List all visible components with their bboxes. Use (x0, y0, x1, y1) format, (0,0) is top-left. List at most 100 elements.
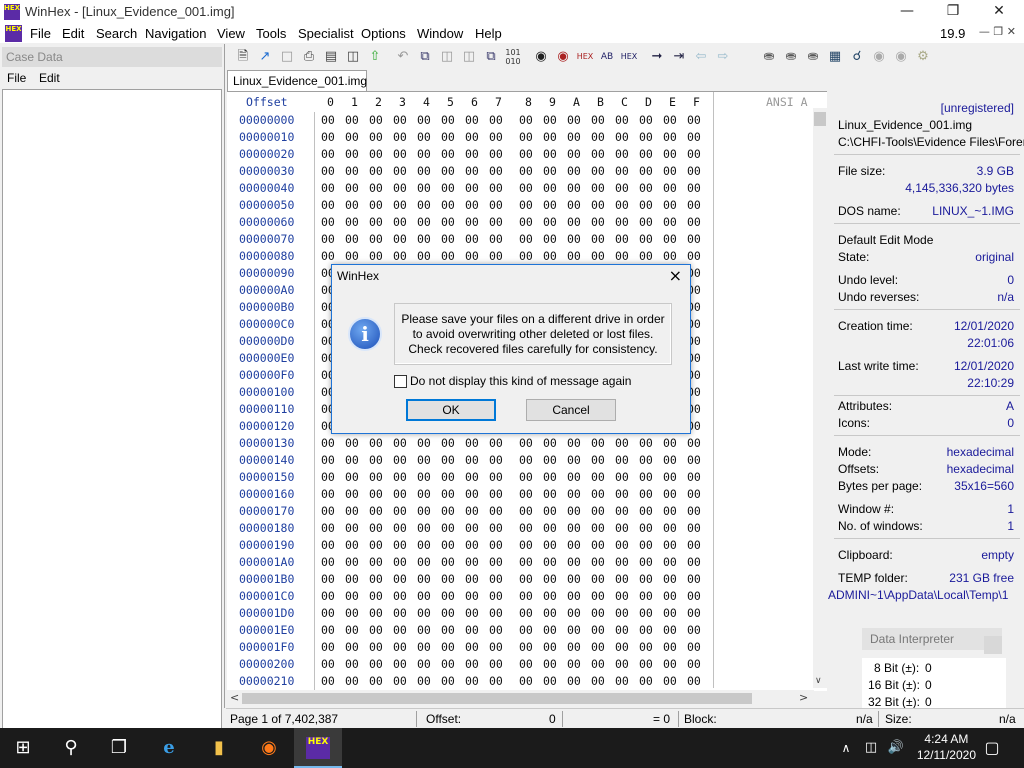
hex-byte[interactable]: 00 (489, 452, 513, 469)
hex-byte[interactable]: 00 (489, 486, 513, 503)
hex-byte[interactable]: 00 (489, 554, 513, 571)
hex-byte[interactable]: 00 (567, 520, 591, 537)
hex-byte[interactable]: 00 (321, 520, 345, 537)
hex-byte[interactable]: 00 (519, 673, 543, 690)
hex-byte[interactable]: 00 (369, 554, 393, 571)
hex-byte[interactable]: 00 (393, 129, 417, 146)
hex-byte[interactable]: 00 (687, 469, 711, 486)
hex-byte[interactable]: 00 (321, 605, 345, 622)
hex-byte[interactable]: 00 (321, 197, 345, 214)
hex-byte[interactable]: 00 (441, 112, 465, 129)
hex-byte[interactable]: 00 (567, 537, 591, 554)
disk-icon[interactable]: ◫ (344, 48, 362, 66)
hex-byte[interactable]: 00 (639, 146, 663, 163)
hex-byte[interactable]: 00 (663, 129, 687, 146)
hex-byte[interactable]: 00 (465, 673, 489, 690)
hex-byte[interactable]: 00 (519, 554, 543, 571)
hex-byte[interactable]: 00 (465, 588, 489, 605)
paste-icon[interactable]: ◫ (438, 48, 456, 66)
horizontal-scrollbar[interactable]: < > (227, 690, 814, 707)
hex-byte[interactable]: 00 (369, 112, 393, 129)
file-explorer-icon[interactable]: ▮ (196, 728, 242, 768)
minimize-button[interactable]: — (884, 0, 930, 24)
hex-byte[interactable]: 00 (615, 129, 639, 146)
hex-row[interactable]: 00000000000000000000000000000000 (321, 605, 711, 622)
hex-byte[interactable]: 00 (345, 197, 369, 214)
hex-byte[interactable]: 00 (321, 112, 345, 129)
hex-byte[interactable]: 00 (639, 435, 663, 452)
hex-byte[interactable]: 00 (519, 486, 543, 503)
find-text-icon[interactable]: ◉ (532, 48, 550, 66)
hex-byte[interactable]: 00 (567, 197, 591, 214)
hex-byte[interactable]: 00 (591, 588, 615, 605)
scroll-left-icon[interactable]: < (230, 691, 239, 704)
hex-byte[interactable]: 00 (543, 673, 567, 690)
hex-byte[interactable]: 00 (663, 571, 687, 588)
hex-byte[interactable]: 00 (321, 214, 345, 231)
hex-byte[interactable]: 00 (417, 248, 441, 265)
hex-byte[interactable]: 00 (441, 673, 465, 690)
hex-byte[interactable]: 00 (441, 214, 465, 231)
dont-display-checkbox[interactable] (394, 375, 407, 388)
hex-byte[interactable]: 00 (615, 248, 639, 265)
hex-byte[interactable]: 00 (369, 214, 393, 231)
hex-byte[interactable]: 00 (639, 639, 663, 656)
hex-byte[interactable]: 00 (321, 639, 345, 656)
hex-byte[interactable]: 00 (519, 656, 543, 673)
hex-byte[interactable]: 00 (615, 112, 639, 129)
hex-byte[interactable]: 00 (663, 673, 687, 690)
hex-byte[interactable]: 00 (543, 435, 567, 452)
hex-byte[interactable]: 00 (687, 231, 711, 248)
hex-byte[interactable]: 00 (543, 520, 567, 537)
hex-byte[interactable]: 00 (543, 571, 567, 588)
replace-hex-icon[interactable]: HEX (576, 48, 594, 66)
hex-byte[interactable]: 00 (543, 622, 567, 639)
hex-byte[interactable]: 00 (519, 146, 543, 163)
hex-row[interactable]: 00000000000000000000000000000000 (321, 248, 711, 265)
hex-byte[interactable]: 00 (321, 503, 345, 520)
hex-byte[interactable]: 00 (489, 588, 513, 605)
hex-byte[interactable]: 00 (369, 673, 393, 690)
hex-byte[interactable]: 00 (345, 503, 369, 520)
hex-byte[interactable]: 00 (615, 469, 639, 486)
hex-byte[interactable]: 00 (639, 486, 663, 503)
menu-search[interactable]: Search (96, 26, 137, 41)
network-icon[interactable]: ◫ (858, 728, 884, 768)
notifications-icon[interactable]: ▢ (970, 728, 1014, 768)
hex-byte[interactable]: 00 (345, 163, 369, 180)
hex-byte[interactable]: 00 (615, 503, 639, 520)
goto-sector-icon[interactable]: ⇥ (670, 48, 688, 66)
hex-byte[interactable]: 00 (687, 248, 711, 265)
hex-row[interactable]: 00000000000000000000000000000000 (321, 146, 711, 163)
hex-byte[interactable]: 00 (489, 214, 513, 231)
hex-byte[interactable]: 00 (519, 129, 543, 146)
hex-byte[interactable]: 00 (393, 639, 417, 656)
hex-byte[interactable]: 00 (567, 435, 591, 452)
hex-byte[interactable]: 00 (663, 435, 687, 452)
hex-byte[interactable]: 00 (639, 520, 663, 537)
undo-icon[interactable]: ↶ (394, 48, 412, 66)
hex-byte[interactable]: 00 (663, 554, 687, 571)
hex-byte[interactable]: 00 (393, 469, 417, 486)
hex-byte[interactable]: 00 (369, 180, 393, 197)
hex-byte[interactable]: 00 (687, 180, 711, 197)
hex-byte[interactable]: 00 (321, 231, 345, 248)
save-icon[interactable]: □ (278, 48, 296, 66)
hex-byte[interactable]: 00 (687, 452, 711, 469)
hex-byte[interactable]: 00 (567, 588, 591, 605)
hex-byte[interactable]: 00 (393, 163, 417, 180)
replace-text-icon[interactable]: AB (598, 48, 616, 66)
hex-byte[interactable]: 00 (615, 452, 639, 469)
hex-byte[interactable]: 00 (591, 486, 615, 503)
binary-icon[interactable]: 101 010 (504, 48, 522, 66)
hex-byte[interactable]: 00 (663, 248, 687, 265)
hex-byte[interactable]: 00 (369, 469, 393, 486)
hex-byte[interactable]: 00 (369, 622, 393, 639)
hex-byte[interactable]: 00 (417, 639, 441, 656)
hex-byte[interactable]: 00 (369, 656, 393, 673)
hex-byte[interactable]: 00 (321, 469, 345, 486)
hex-row[interactable]: 00000000000000000000000000000000 (321, 588, 711, 605)
hex-byte[interactable]: 00 (687, 146, 711, 163)
hex-byte[interactable]: 00 (543, 486, 567, 503)
hex-byte[interactable]: 00 (567, 605, 591, 622)
